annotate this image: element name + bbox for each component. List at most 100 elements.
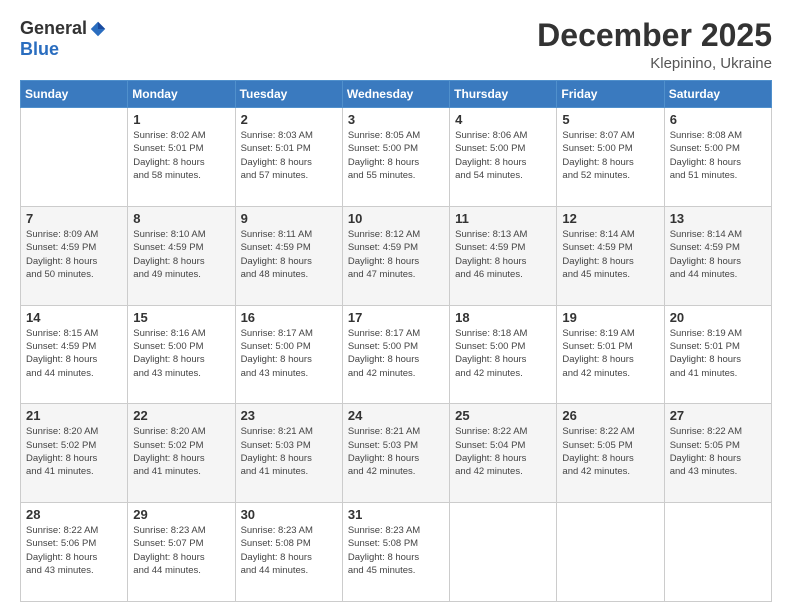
day-number: 10	[348, 211, 444, 226]
day-info: Sunrise: 8:13 AM Sunset: 4:59 PM Dayligh…	[455, 228, 551, 281]
day-info: Sunrise: 8:09 AM Sunset: 4:59 PM Dayligh…	[26, 228, 122, 281]
table-row: 4 Sunrise: 8:06 AM Sunset: 5:00 PM Daylig…	[450, 108, 557, 207]
day-number: 6	[670, 112, 766, 127]
table-row: 1 Sunrise: 8:02 AM Sunset: 5:01 PM Daylig…	[128, 108, 235, 207]
day-info: Sunrise: 8:17 AM Sunset: 5:00 PM Dayligh…	[241, 327, 337, 380]
logo-icon	[89, 20, 107, 38]
table-row: 12Sunrise: 8:14 AM Sunset: 4:59 PM Dayli…	[557, 206, 664, 305]
day-number: 1	[133, 112, 229, 127]
day-number: 3	[348, 112, 444, 127]
logo: General Blue	[20, 18, 107, 60]
table-row: 10 Sunrise: 8:12 AM Sunset: 4:59 PM Dayli…	[342, 206, 449, 305]
table-row: 24Sunrise: 8:21 AM Sunset: 5:03 PM Dayli…	[342, 404, 449, 503]
col-tuesday: Tuesday	[235, 81, 342, 108]
week-row-1: 7 Sunrise: 8:09 AM Sunset: 4:59 PM Daylig…	[21, 206, 772, 305]
day-info: Sunrise: 8:12 AM Sunset: 4:59 PM Dayligh…	[348, 228, 444, 281]
logo-general: General	[20, 18, 87, 39]
day-info: Sunrise: 8:23 AM Sunset: 5:08 PM Dayligh…	[348, 524, 444, 577]
table-row: 21Sunrise: 8:20 AM Sunset: 5:02 PM Dayli…	[21, 404, 128, 503]
day-number: 7	[26, 211, 122, 226]
day-info: Sunrise: 8:20 AM Sunset: 5:02 PM Dayligh…	[26, 425, 122, 478]
day-info: Sunrise: 8:16 AM Sunset: 5:00 PM Dayligh…	[133, 327, 229, 380]
table-row	[21, 108, 128, 207]
table-row: 23Sunrise: 8:21 AM Sunset: 5:03 PM Dayli…	[235, 404, 342, 503]
day-info: Sunrise: 8:19 AM Sunset: 5:01 PM Dayligh…	[562, 327, 658, 380]
day-info: Sunrise: 8:06 AM Sunset: 5:00 PM Dayligh…	[455, 129, 551, 182]
table-row: 8 Sunrise: 8:10 AM Sunset: 4:59 PM Daylig…	[128, 206, 235, 305]
title-block: December 2025 Klepinino, Ukraine	[537, 18, 772, 72]
page: General Blue December 2025 Klepinino, Uk…	[0, 0, 792, 612]
day-number: 17	[348, 310, 444, 325]
table-row: 18 Sunrise: 8:18 AM Sunset: 5:00 PM Dayli…	[450, 305, 557, 404]
day-info: Sunrise: 8:14 AM Sunset: 4:59 PM Dayligh…	[670, 228, 766, 281]
day-info: Sunrise: 8:20 AM Sunset: 5:02 PM Dayligh…	[133, 425, 229, 478]
table-row: 15 Sunrise: 8:16 AM Sunset: 5:00 PM Dayli…	[128, 305, 235, 404]
day-number: 8	[133, 211, 229, 226]
day-info: Sunrise: 8:19 AM Sunset: 5:01 PM Dayligh…	[670, 327, 766, 380]
table-row: 11 Sunrise: 8:13 AM Sunset: 4:59 PM Dayli…	[450, 206, 557, 305]
col-friday: Friday	[557, 81, 664, 108]
col-wednesday: Wednesday	[342, 81, 449, 108]
header-row: Sunday Monday Tuesday Wednesday Thursday…	[21, 81, 772, 108]
table-row	[557, 503, 664, 602]
table-row: 2 Sunrise: 8:03 AM Sunset: 5:01 PM Daylig…	[235, 108, 342, 207]
day-info: Sunrise: 8:22 AM Sunset: 5:06 PM Dayligh…	[26, 524, 122, 577]
table-row: 28 Sunrise: 8:22 AM Sunset: 5:06 PM Dayli…	[21, 503, 128, 602]
day-number: 16	[241, 310, 337, 325]
day-number: 4	[455, 112, 551, 127]
table-row: 26 Sunrise: 8:22 AM Sunset: 5:05 PM Dayli…	[557, 404, 664, 503]
calendar-table: Sunday Monday Tuesday Wednesday Thursday…	[20, 80, 772, 602]
day-number: 29	[133, 507, 229, 522]
day-number: 25	[455, 408, 551, 423]
day-info: Sunrise: 8:23 AM Sunset: 5:08 PM Dayligh…	[241, 524, 337, 577]
day-number: 18	[455, 310, 551, 325]
day-info: Sunrise: 8:10 AM Sunset: 4:59 PM Dayligh…	[133, 228, 229, 281]
day-number: 22	[133, 408, 229, 423]
day-info: Sunrise: 8:18 AM Sunset: 5:00 PM Dayligh…	[455, 327, 551, 380]
day-number: 24	[348, 408, 444, 423]
table-row: 25Sunrise: 8:22 AM Sunset: 5:04 PM Dayli…	[450, 404, 557, 503]
day-number: 12	[562, 211, 658, 226]
day-number: 13	[670, 211, 766, 226]
week-row-4: 28 Sunrise: 8:22 AM Sunset: 5:06 PM Dayli…	[21, 503, 772, 602]
week-row-0: 1 Sunrise: 8:02 AM Sunset: 5:01 PM Daylig…	[21, 108, 772, 207]
table-row: 13 Sunrise: 8:14 AM Sunset: 4:59 PM Dayli…	[664, 206, 771, 305]
table-row: 17 Sunrise: 8:17 AM Sunset: 5:00 PM Dayli…	[342, 305, 449, 404]
day-number: 15	[133, 310, 229, 325]
table-row: 30Sunrise: 8:23 AM Sunset: 5:08 PM Dayli…	[235, 503, 342, 602]
day-info: Sunrise: 8:17 AM Sunset: 5:00 PM Dayligh…	[348, 327, 444, 380]
day-number: 11	[455, 211, 551, 226]
table-row	[664, 503, 771, 602]
day-number: 27	[670, 408, 766, 423]
day-number: 2	[241, 112, 337, 127]
day-number: 26	[562, 408, 658, 423]
table-row: 31 Sunrise: 8:23 AM Sunset: 5:08 PM Dayli…	[342, 503, 449, 602]
day-info: Sunrise: 8:05 AM Sunset: 5:00 PM Dayligh…	[348, 129, 444, 182]
day-number: 20	[670, 310, 766, 325]
location: Klepinino, Ukraine	[537, 55, 772, 72]
day-number: 19	[562, 310, 658, 325]
table-row: 20 Sunrise: 8:19 AM Sunset: 5:01 PM Dayli…	[664, 305, 771, 404]
table-row: 9Sunrise: 8:11 AM Sunset: 4:59 PM Daylig…	[235, 206, 342, 305]
table-row: 5Sunrise: 8:07 AM Sunset: 5:00 PM Daylig…	[557, 108, 664, 207]
table-row: 22 Sunrise: 8:20 AM Sunset: 5:02 PM Dayli…	[128, 404, 235, 503]
day-number: 14	[26, 310, 122, 325]
day-info: Sunrise: 8:22 AM Sunset: 5:05 PM Dayligh…	[562, 425, 658, 478]
col-saturday: Saturday	[664, 81, 771, 108]
day-info: Sunrise: 8:08 AM Sunset: 5:00 PM Dayligh…	[670, 129, 766, 182]
table-row: 27 Sunrise: 8:22 AM Sunset: 5:05 PM Dayli…	[664, 404, 771, 503]
week-row-2: 14Sunrise: 8:15 AM Sunset: 4:59 PM Dayli…	[21, 305, 772, 404]
table-row	[450, 503, 557, 602]
day-number: 31	[348, 507, 444, 522]
col-monday: Monday	[128, 81, 235, 108]
day-info: Sunrise: 8:03 AM Sunset: 5:01 PM Dayligh…	[241, 129, 337, 182]
day-number: 28	[26, 507, 122, 522]
day-number: 23	[241, 408, 337, 423]
day-info: Sunrise: 8:02 AM Sunset: 5:01 PM Dayligh…	[133, 129, 229, 182]
week-row-3: 21Sunrise: 8:20 AM Sunset: 5:02 PM Dayli…	[21, 404, 772, 503]
day-info: Sunrise: 8:11 AM Sunset: 4:59 PM Dayligh…	[241, 228, 337, 281]
month-title: December 2025	[537, 18, 772, 53]
table-row: 19 Sunrise: 8:19 AM Sunset: 5:01 PM Dayli…	[557, 305, 664, 404]
day-info: Sunrise: 8:22 AM Sunset: 5:05 PM Dayligh…	[670, 425, 766, 478]
table-row: 6 Sunrise: 8:08 AM Sunset: 5:00 PM Daylig…	[664, 108, 771, 207]
